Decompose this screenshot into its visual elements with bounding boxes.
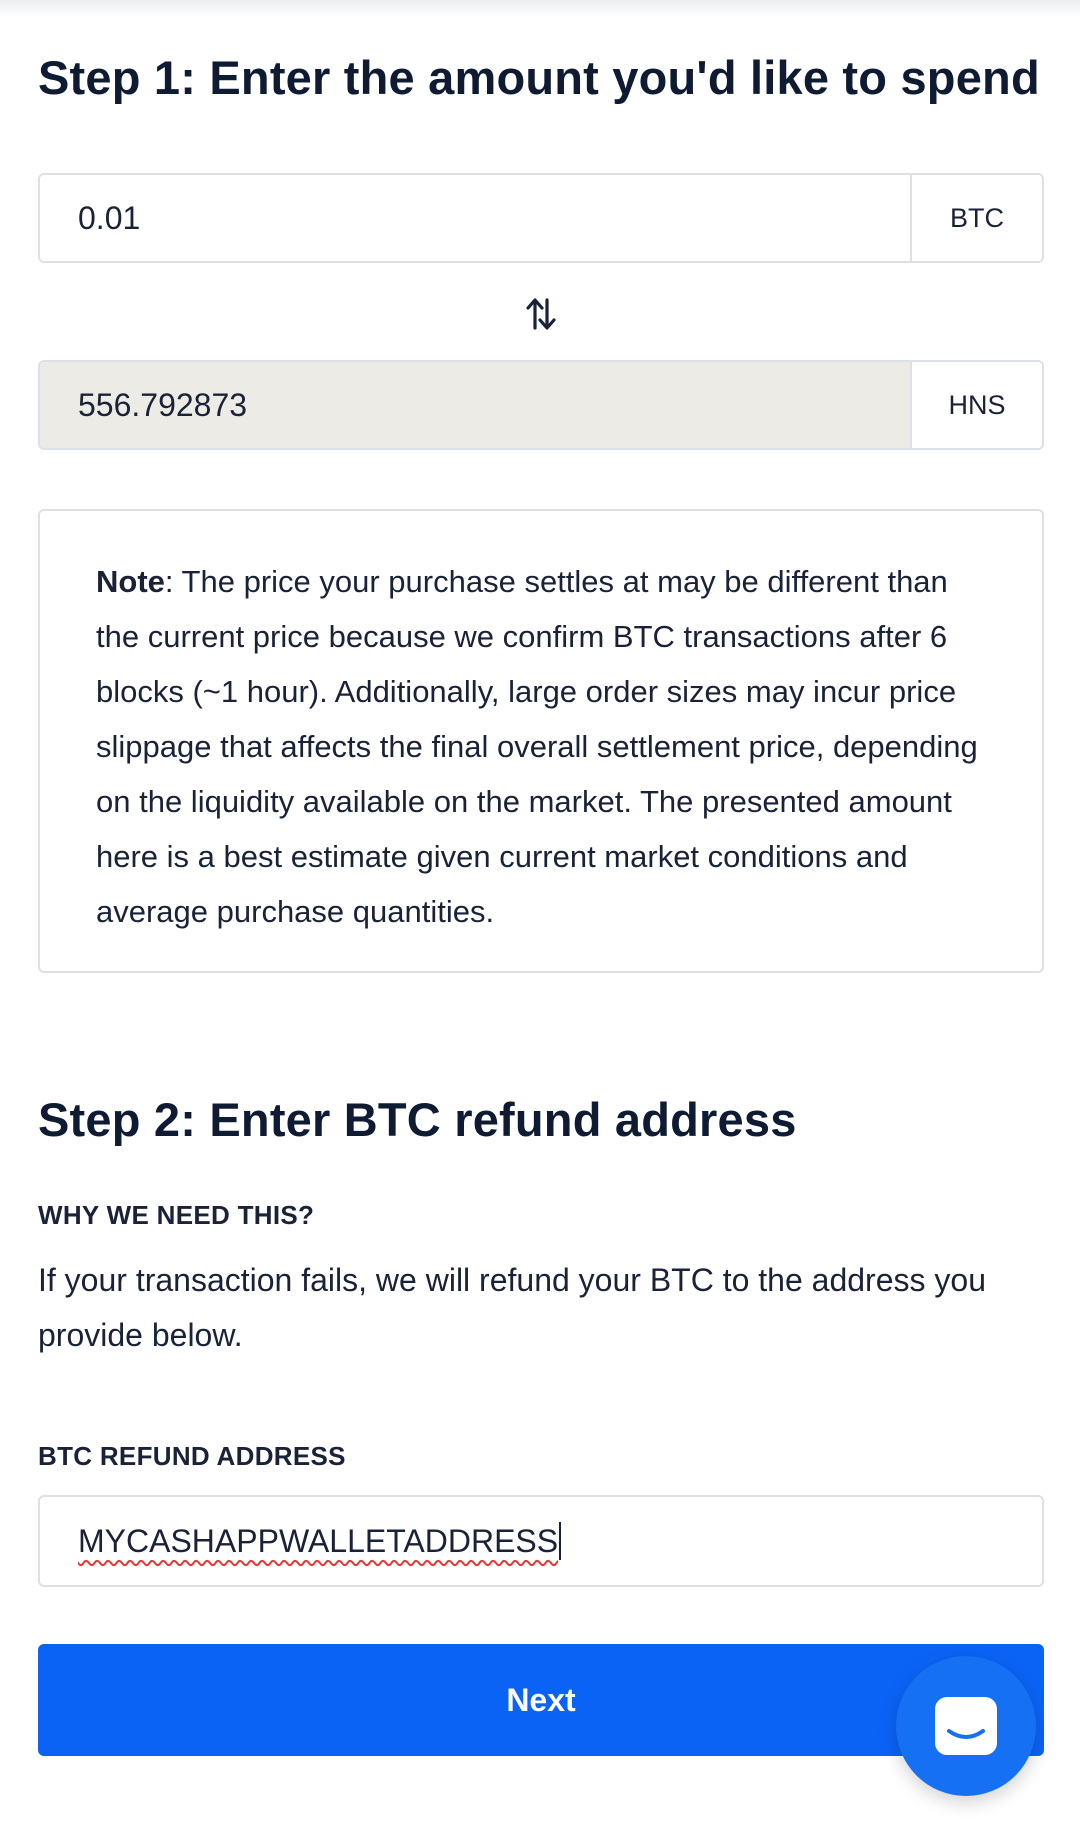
refund-address-value: MYCASHAPPWALLETADDRESS bbox=[78, 1522, 559, 1559]
chat-bubble-icon bbox=[935, 1697, 997, 1755]
why-label: WHY WE NEED THIS? bbox=[38, 1200, 315, 1230]
receive-amount-output: 556.792873 bbox=[40, 362, 910, 448]
text-cursor bbox=[559, 1522, 562, 1560]
note-label: Note bbox=[96, 564, 165, 599]
swap-vertical-arrows-icon[interactable] bbox=[525, 296, 557, 332]
next-button[interactable]: Next bbox=[38, 1644, 1044, 1756]
why-description: If your transaction fails, we will refun… bbox=[38, 1262, 986, 1353]
spend-amount-input[interactable]: 0.01 bbox=[40, 175, 910, 261]
spend-amount-group: 0.01 BTC bbox=[38, 173, 1044, 263]
receive-amount-group: 556.792873 HNS bbox=[38, 360, 1044, 450]
refund-address-input[interactable]: MYCASHAPPWALLETADDRESS bbox=[38, 1495, 1044, 1587]
receive-currency-label: HNS bbox=[910, 362, 1042, 448]
header-shadow bbox=[0, 0, 1080, 18]
step1-title: Step 1: Enter the amount you'd like to s… bbox=[38, 51, 1040, 104]
spend-currency-label: BTC bbox=[910, 175, 1042, 261]
price-note-box: Note: The price your purchase settles at… bbox=[38, 509, 1044, 973]
step2-title: Step 2: Enter BTC refund address bbox=[38, 1093, 797, 1146]
chat-widget-button[interactable] bbox=[896, 1656, 1036, 1796]
refund-address-label: BTC REFUND ADDRESS bbox=[38, 1441, 346, 1471]
note-text: : The price your purchase settles at may… bbox=[96, 564, 978, 929]
